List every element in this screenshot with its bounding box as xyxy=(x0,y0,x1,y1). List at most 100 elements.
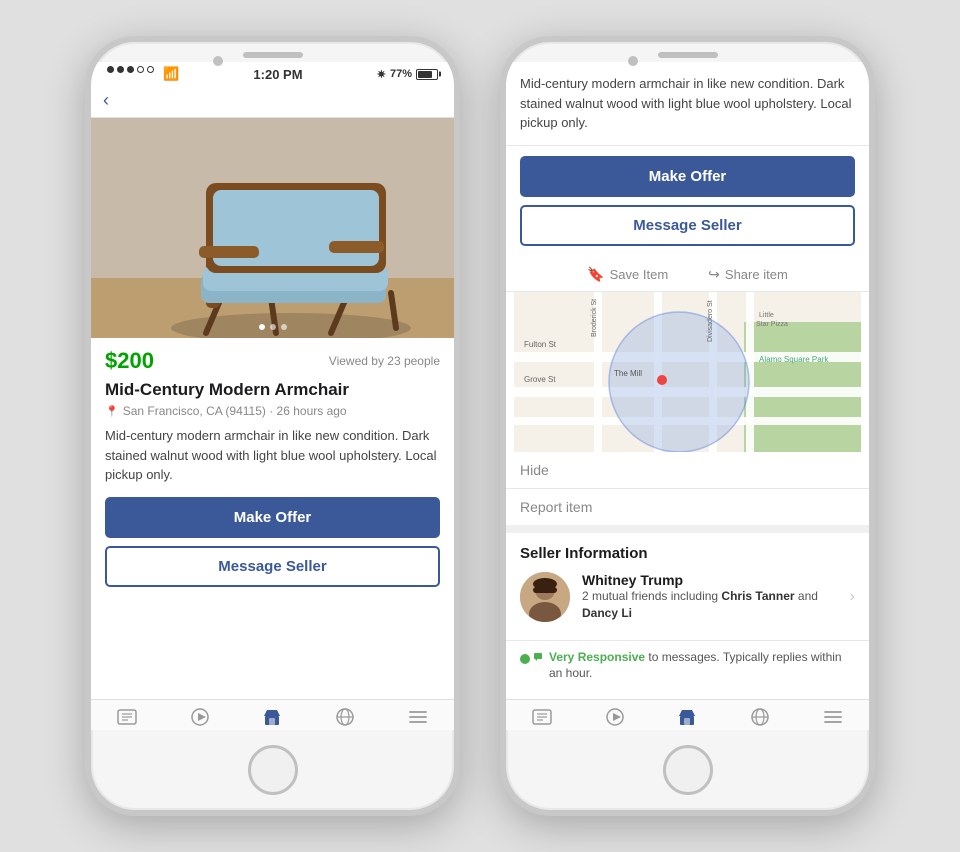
mutual-text: 2 mutual friends including xyxy=(582,589,718,603)
menu-icon-2 xyxy=(824,710,842,724)
tab-marketplace-2[interactable] xyxy=(651,708,724,726)
listing-body: $200 Viewed by 23 people Mid-Century Mod… xyxy=(91,338,454,699)
battery-fill-1 xyxy=(418,71,432,78)
chevron-right-icon: › xyxy=(850,588,855,606)
friend2-name: Dancy Li xyxy=(582,606,632,620)
bluetooth-icon: ✷ xyxy=(377,68,386,81)
menu-icon-1 xyxy=(409,710,427,724)
message-seller-button-1[interactable]: Message Seller xyxy=(105,546,440,587)
very-responsive-label: Very Responsive xyxy=(549,650,645,664)
back-button-1[interactable]: ‹ xyxy=(103,90,109,111)
svg-text:Broderick St: Broderick St xyxy=(591,298,598,336)
tab-globe-1[interactable] xyxy=(309,708,382,726)
action-row: 🔖 Save Item ↪ Share item xyxy=(506,256,869,292)
seller-avatar-svg xyxy=(520,572,570,622)
dot-1 xyxy=(259,324,265,330)
svg-text:Little: Little xyxy=(759,312,774,319)
tab-menu-1[interactable] xyxy=(381,708,454,726)
svg-text:The Mill: The Mill xyxy=(614,369,642,378)
signal-dot-2 xyxy=(117,66,124,73)
seller-avatar xyxy=(520,572,570,622)
news-icon-1 xyxy=(117,709,137,725)
seller-info: Whitney Trump 2 mutual friends including… xyxy=(582,572,838,622)
status-time-1: 1:20 PM xyxy=(253,67,302,82)
map-container[interactable]: Fulton St Grove St Broderick St Divisade… xyxy=(506,292,869,452)
message-seller-button-2[interactable]: Message Seller xyxy=(520,205,855,246)
phone-bottom-2 xyxy=(506,730,869,810)
status-bar-1: 📶 1:20 PM ✷ 77% xyxy=(91,62,454,84)
home-button-2[interactable] xyxy=(663,745,713,795)
globe-icon-1 xyxy=(336,708,354,726)
tab-globe-2[interactable] xyxy=(724,708,797,726)
chair-illustration xyxy=(91,118,454,338)
signal-dot-4 xyxy=(137,66,144,73)
listing-title: Mid-Century Modern Armchair xyxy=(91,380,454,404)
share-label: Share item xyxy=(725,267,788,282)
phone-screen-2: Mid-century modern armchair in like new … xyxy=(506,62,869,730)
camera-1 xyxy=(213,56,223,66)
marketplace-icon-2 xyxy=(678,708,696,726)
save-label: Save Item xyxy=(610,267,669,282)
price-row: $200 Viewed by 23 people xyxy=(91,338,454,380)
svg-text:Fulton St: Fulton St xyxy=(524,340,557,349)
map-svg: Fulton St Grove St Broderick St Divisade… xyxy=(506,292,869,452)
listing-meta: 📍 San Francisco, CA (94115) · 26 hours a… xyxy=(91,404,454,426)
listing-description: Mid-century modern armchair in like new … xyxy=(91,426,454,497)
seller-name: Whitney Trump xyxy=(582,572,838,588)
hide-button[interactable]: Hide xyxy=(506,452,869,489)
tab-watch-1[interactable] xyxy=(164,708,237,726)
globe-icon-2 xyxy=(751,708,769,726)
image-dots xyxy=(259,324,287,330)
wifi-icon: 📶 xyxy=(163,66,179,82)
phone-1: 📶 1:20 PM ✷ 77% ‹ xyxy=(85,36,460,816)
product-image xyxy=(91,118,454,338)
watch-icon-1 xyxy=(191,708,209,726)
listing-price: $200 xyxy=(105,348,154,374)
make-offer-button-1[interactable]: Make Offer xyxy=(105,497,440,538)
responsive-text: Very Responsive to messages. Typically r… xyxy=(549,649,855,683)
seller-section: Seller Information xyxy=(506,533,869,634)
tab-menu-2[interactable] xyxy=(796,708,869,726)
svg-text:Grove St: Grove St xyxy=(524,375,556,384)
dot-2 xyxy=(270,324,276,330)
nav-bar-1: ‹ xyxy=(91,84,454,118)
bookmark-icon: 🔖 xyxy=(587,266,604,283)
tab-watch-2[interactable] xyxy=(579,708,652,726)
speech-icon xyxy=(533,652,543,662)
tab-bar-2 xyxy=(506,699,869,730)
phone-bottom-1 xyxy=(91,730,454,810)
news-icon-2 xyxy=(532,709,552,725)
signal-dot-5 xyxy=(147,66,154,73)
camera-2 xyxy=(628,56,638,66)
phone-2: Mid-century modern armchair in like new … xyxy=(500,36,875,816)
seller-row[interactable]: Whitney Trump 2 mutual friends including… xyxy=(520,572,855,622)
dot-3 xyxy=(281,324,287,330)
battery-area-1: ✷ 77% xyxy=(377,68,438,81)
watch-icon-2 xyxy=(606,708,624,726)
share-item-button[interactable]: ↪ Share item xyxy=(708,266,788,283)
svg-text:Star Pizza: Star Pizza xyxy=(756,321,788,328)
phone-screen-1: 📶 1:20 PM ✷ 77% ‹ xyxy=(91,62,454,730)
scene: 📶 1:20 PM ✷ 77% ‹ xyxy=(0,0,960,852)
listing-location: San Francisco, CA (94115) · 26 hours ago xyxy=(123,404,347,418)
marketplace-icon-1 xyxy=(263,708,281,726)
speaker-2 xyxy=(658,52,718,58)
phone-top-bar-2 xyxy=(506,42,869,62)
and-text: and xyxy=(798,589,818,603)
detail-description: Mid-century modern armchair in like new … xyxy=(506,62,869,146)
green-dot-icon xyxy=(520,654,530,664)
report-button[interactable]: Report item xyxy=(506,489,869,533)
seller-section-title: Seller Information xyxy=(520,545,855,562)
make-offer-button-2[interactable]: Make Offer xyxy=(520,156,855,197)
svg-text:Divisadero St: Divisadero St xyxy=(707,300,714,342)
tab-news-2[interactable] xyxy=(506,708,579,726)
tab-marketplace-1[interactable] xyxy=(236,708,309,726)
save-item-button[interactable]: 🔖 Save Item xyxy=(587,266,668,283)
home-button-1[interactable] xyxy=(248,745,298,795)
signal-dot-3 xyxy=(127,66,134,73)
friend1-name: Chris Tanner xyxy=(721,589,794,603)
tab-news-1[interactable] xyxy=(91,708,164,726)
battery-percent-1: 77% xyxy=(390,68,412,80)
svg-text:Alamo Square Park: Alamo Square Park xyxy=(759,355,829,364)
tab-bar-1 xyxy=(91,699,454,730)
